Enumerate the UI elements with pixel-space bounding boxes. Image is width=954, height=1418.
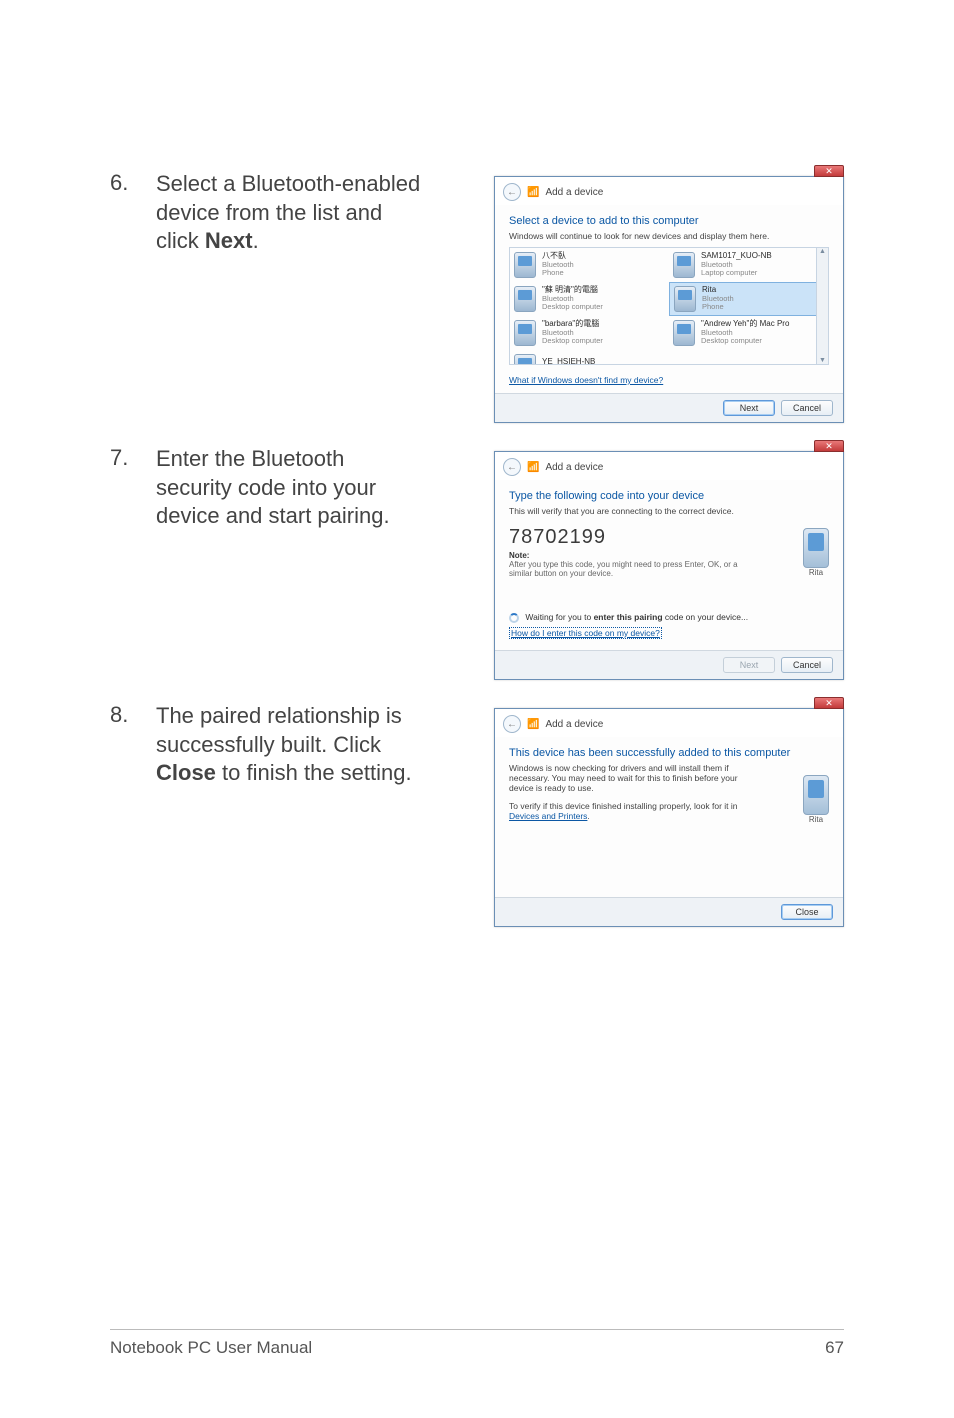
close-icon: ✕ bbox=[825, 441, 833, 451]
close-icon: ✕ bbox=[825, 698, 833, 708]
device-name: YE_HSIEH-NB bbox=[542, 358, 595, 365]
back-icon[interactable]: ← bbox=[503, 715, 521, 733]
device-item[interactable]: "蘇 明清"的電腦 Bluetooth Desktop computer bbox=[510, 282, 669, 316]
note-label: Note: bbox=[509, 551, 829, 560]
step-7: 7. Enter the Bluetooth security code int… bbox=[110, 445, 844, 680]
step-number: 6. bbox=[110, 170, 134, 196]
page-footer: Notebook PC User Manual 67 bbox=[110, 1329, 844, 1358]
close-button-footer[interactable]: Close bbox=[781, 904, 833, 920]
text: Select a Bluetooth-enabled device from t… bbox=[156, 171, 420, 253]
device-list[interactable]: 八不臥 Bluetooth Phone SAM1017_KUO-NB Bluet… bbox=[509, 247, 829, 365]
device-item[interactable]: "barbara"的電腦 Bluetooth Desktop computer bbox=[510, 316, 669, 350]
next-button: Next bbox=[723, 657, 775, 673]
help-link[interactable]: How do I enter this code on my device? bbox=[509, 627, 662, 639]
step-instruction: The paired relationship is successfully … bbox=[156, 702, 426, 788]
bold: Close bbox=[156, 760, 216, 785]
device-preview: Rita bbox=[803, 528, 829, 577]
device-subtype: Desktop computer bbox=[701, 337, 789, 345]
breadcrumb-icon: 📶 bbox=[527, 462, 539, 473]
phone-icon bbox=[803, 528, 829, 568]
status-line: Waiting for you to enter this pairing co… bbox=[509, 612, 829, 623]
scrollbar[interactable] bbox=[816, 248, 828, 364]
step-instruction: Enter the Bluetooth security code into y… bbox=[156, 445, 426, 531]
text-tail: to finish the setting. bbox=[216, 760, 412, 785]
dialog-breadcrumb: Add a device bbox=[545, 719, 603, 730]
back-icon[interactable]: ← bbox=[503, 183, 521, 201]
breadcrumb-icon: 📶 bbox=[527, 187, 539, 198]
success-text-2: To verify if this device finished instal… bbox=[509, 801, 739, 821]
dialog-subtitle: Windows will continue to look for new de… bbox=[509, 231, 829, 241]
pairing-code: 78702199 bbox=[509, 526, 829, 549]
note-text: After you type this code, you might need… bbox=[509, 560, 739, 578]
phone-icon bbox=[514, 252, 536, 278]
wait-text-c: code on your device... bbox=[663, 612, 749, 622]
back-icon[interactable]: ← bbox=[503, 458, 521, 476]
desktop-icon bbox=[514, 286, 536, 312]
desktop-icon bbox=[673, 320, 695, 346]
step-8: 8. The paired relationship is successful… bbox=[110, 702, 844, 927]
wait-text-a: Waiting for you to bbox=[525, 612, 593, 622]
add-device-dialog-code: ✕ ← 📶 Add a device Type the following co… bbox=[494, 451, 844, 680]
device-preview-label: Rita bbox=[803, 568, 829, 577]
step-instruction: Select a Bluetooth-enabled device from t… bbox=[156, 170, 426, 256]
cancel-button[interactable]: Cancel bbox=[781, 657, 833, 673]
step-number: 7. bbox=[110, 445, 134, 471]
wait-text-b: enter this pairing bbox=[594, 612, 663, 622]
laptop-icon bbox=[673, 252, 695, 278]
footer-title: Notebook PC User Manual bbox=[110, 1338, 312, 1358]
phone-icon bbox=[803, 775, 829, 815]
dialog-title: This device has been successfully added … bbox=[509, 747, 829, 759]
dialog-subtitle: This will verify that you are connecting… bbox=[509, 506, 829, 516]
close-button[interactable]: ✕ bbox=[814, 697, 844, 709]
desktop-icon bbox=[514, 320, 536, 346]
help-link[interactable]: What if Windows doesn't find my device? bbox=[509, 375, 663, 385]
page-number: 67 bbox=[825, 1338, 844, 1358]
breadcrumb-icon: 📶 bbox=[527, 719, 539, 730]
device-item[interactable]: YE_HSIEH-NB Bluetooth bbox=[510, 350, 669, 365]
close-button[interactable]: ✕ bbox=[814, 165, 844, 177]
device-subtype: Phone bbox=[702, 303, 734, 311]
dialog-title: Type the following code into your device bbox=[509, 490, 829, 502]
device-subtype: Desktop computer bbox=[542, 337, 603, 345]
dialog-breadcrumb: Add a device bbox=[545, 187, 603, 198]
device-preview: Rita bbox=[803, 775, 829, 824]
text: To verify if this device finished instal… bbox=[509, 801, 738, 811]
device-item[interactable]: "Andrew Yeh"的 Mac Pro Bluetooth Desktop … bbox=[669, 316, 828, 350]
step-number: 8. bbox=[110, 702, 134, 728]
add-device-dialog-select: ✕ ← 📶 Add a device Select a device to ad… bbox=[494, 176, 844, 423]
bold: Next bbox=[205, 228, 253, 253]
close-icon: ✕ bbox=[825, 166, 833, 176]
device-subtype: Laptop computer bbox=[701, 269, 772, 277]
device-subtype: Desktop computer bbox=[542, 303, 603, 311]
add-device-dialog-success: ✕ ← 📶 Add a device This device has been … bbox=[494, 708, 844, 927]
next-button[interactable]: Next bbox=[723, 400, 775, 416]
text-tail: . bbox=[253, 228, 259, 253]
device-subtype: Phone bbox=[542, 269, 574, 277]
device-preview-label: Rita bbox=[803, 815, 829, 824]
device-item[interactable]: SAM1017_KUO-NB Bluetooth Laptop computer bbox=[669, 248, 828, 282]
cancel-button[interactable]: Cancel bbox=[781, 400, 833, 416]
spinner-icon bbox=[509, 613, 519, 623]
dialog-title: Select a device to add to this computer bbox=[509, 215, 829, 227]
device-item[interactable]: 八不臥 Bluetooth Phone bbox=[510, 248, 669, 282]
close-button[interactable]: ✕ bbox=[814, 440, 844, 452]
phone-icon bbox=[674, 286, 696, 312]
devices-and-printers-link[interactable]: Devices and Printers bbox=[509, 811, 587, 821]
step-6: 6. Select a Bluetooth-enabled device fro… bbox=[110, 170, 844, 423]
dialog-breadcrumb: Add a device bbox=[545, 462, 603, 473]
device-item-selected[interactable]: Rita Bluetooth Phone bbox=[669, 282, 828, 316]
success-text-1: Windows is now checking for drivers and … bbox=[509, 763, 739, 793]
laptop-icon bbox=[514, 354, 536, 365]
text: The paired relationship is successfully … bbox=[156, 703, 402, 757]
